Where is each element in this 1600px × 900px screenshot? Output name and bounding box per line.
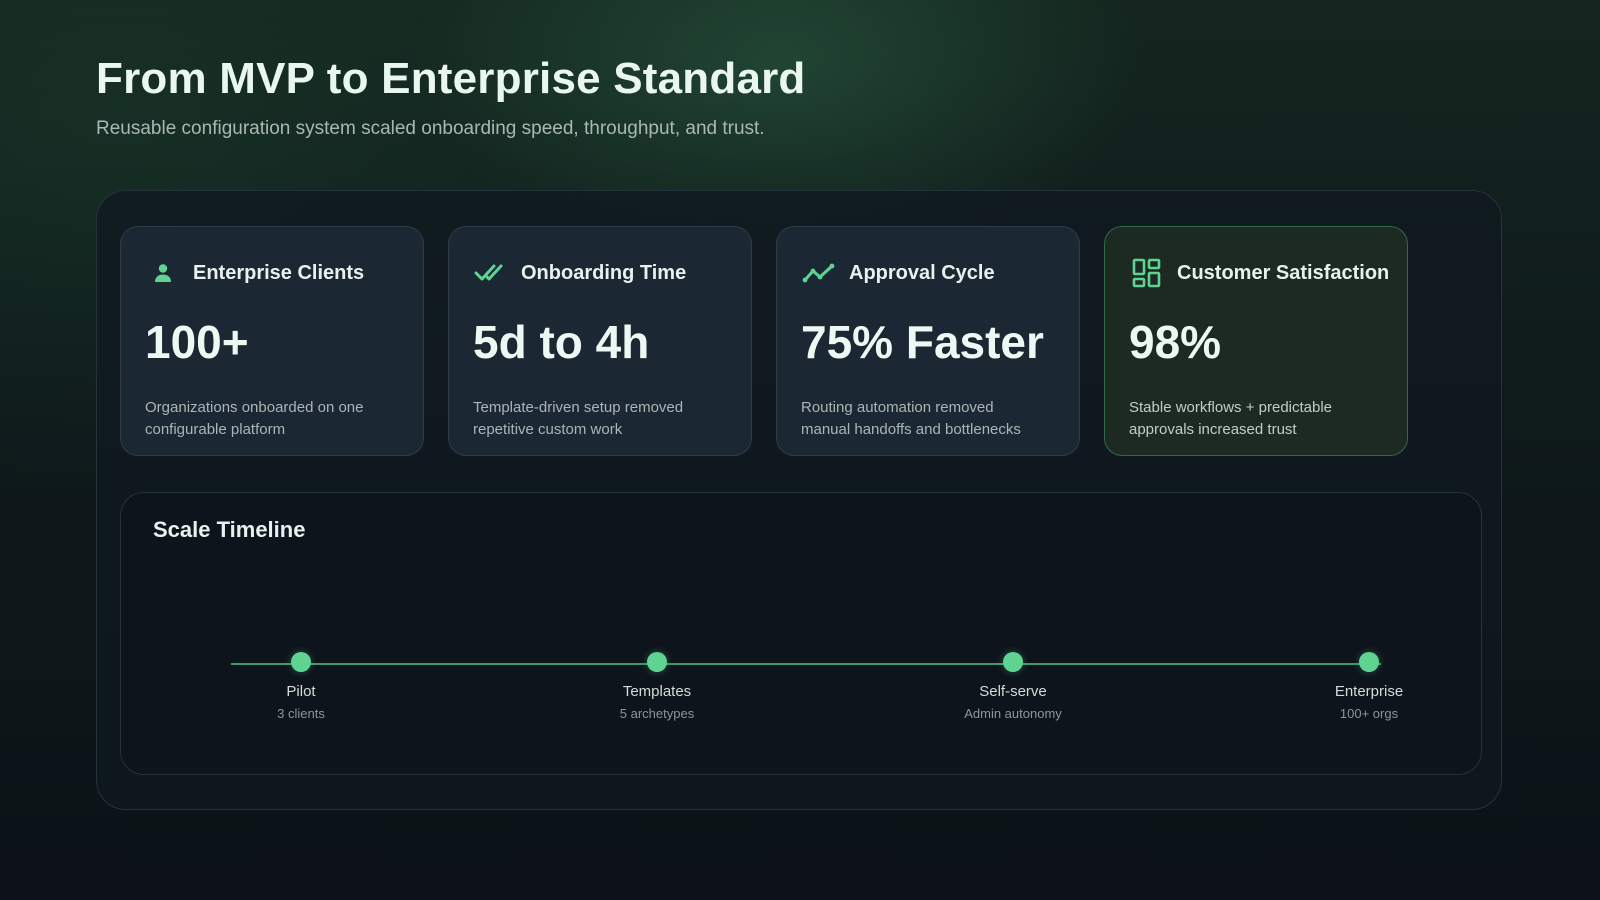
metric-card-header: Approval Cycle — [801, 255, 995, 291]
milestone-label: Enterprise — [1334, 683, 1404, 700]
double-check-icon — [473, 255, 509, 291]
metric-value: 100+ — [145, 316, 249, 368]
milestone-detail: 100+ orgs — [1339, 706, 1399, 721]
trend-line-icon — [801, 255, 837, 291]
results-panel: Enterprise Clients 100+ Organizations on… — [96, 190, 1502, 810]
milestone-dot — [1003, 652, 1023, 672]
metric-card-header: Customer Satisfaction — [1129, 255, 1389, 291]
milestone-dot — [291, 652, 311, 672]
milestone-dot — [1359, 652, 1379, 672]
milestone-label: Templates — [622, 683, 692, 700]
metric-card-header: Onboarding Time — [473, 255, 686, 291]
metric-card-enterprise-clients: Enterprise Clients 100+ Organizations on… — [120, 226, 424, 456]
page-title: From MVP to Enterprise Standard — [96, 54, 806, 103]
metric-card-onboarding-time: Onboarding Time 5d to 4h Template-driven… — [448, 226, 752, 456]
metric-value: 98% — [1129, 316, 1222, 368]
milestone-detail: Admin autonomy — [964, 706, 1062, 721]
timeline-track — [231, 663, 1381, 665]
page-subtitle: Reusable configuration system scaled onb… — [96, 118, 765, 139]
milestone-detail: 3 clients — [277, 706, 325, 721]
timeline-milestone-templates: Templates 5 archetypes — [557, 652, 757, 721]
metric-description: Routing automation removed manual handof… — [801, 399, 1021, 438]
metric-card-header: Enterprise Clients — [145, 255, 364, 291]
metric-description: Stable workflows + predictable approvals… — [1129, 399, 1333, 438]
user-icon — [145, 255, 181, 291]
metric-title: Approval Cycle — [849, 261, 995, 284]
dashboard-grid-icon — [1129, 255, 1165, 291]
timeline-title: Scale Timeline — [153, 517, 306, 542]
timeline-milestone-self-serve: Self-serve Admin autonomy — [913, 652, 1113, 721]
metric-card-approval-cycle: Approval Cycle 75% Faster Routing automa… — [776, 226, 1080, 456]
timeline-milestone-enterprise: Enterprise 100+ orgs — [1269, 652, 1469, 721]
milestone-dot — [647, 652, 667, 672]
metric-description: Template-driven setup removed repetitive… — [473, 399, 684, 438]
metric-value: 75% Faster — [801, 316, 1044, 368]
metric-description: Organizations onboarded on one configura… — [145, 399, 364, 438]
metric-title: Onboarding Time — [521, 261, 687, 284]
milestone-label: Pilot — [286, 683, 316, 700]
metric-title: Enterprise Clients — [193, 261, 365, 284]
metric-value: 5d to 4h — [473, 316, 650, 368]
metric-title: Customer Satisfaction — [1177, 261, 1390, 284]
timeline-milestone-pilot: Pilot 3 clients — [201, 652, 401, 721]
milestone-label: Self-serve — [979, 683, 1047, 700]
scale-timeline: Scale Timeline Pilot 3 clients Templates… — [120, 492, 1482, 775]
metric-card-customer-satisfaction: Customer Satisfaction 98% Stable workflo… — [1104, 226, 1408, 456]
milestone-detail: 5 archetypes — [619, 706, 695, 721]
